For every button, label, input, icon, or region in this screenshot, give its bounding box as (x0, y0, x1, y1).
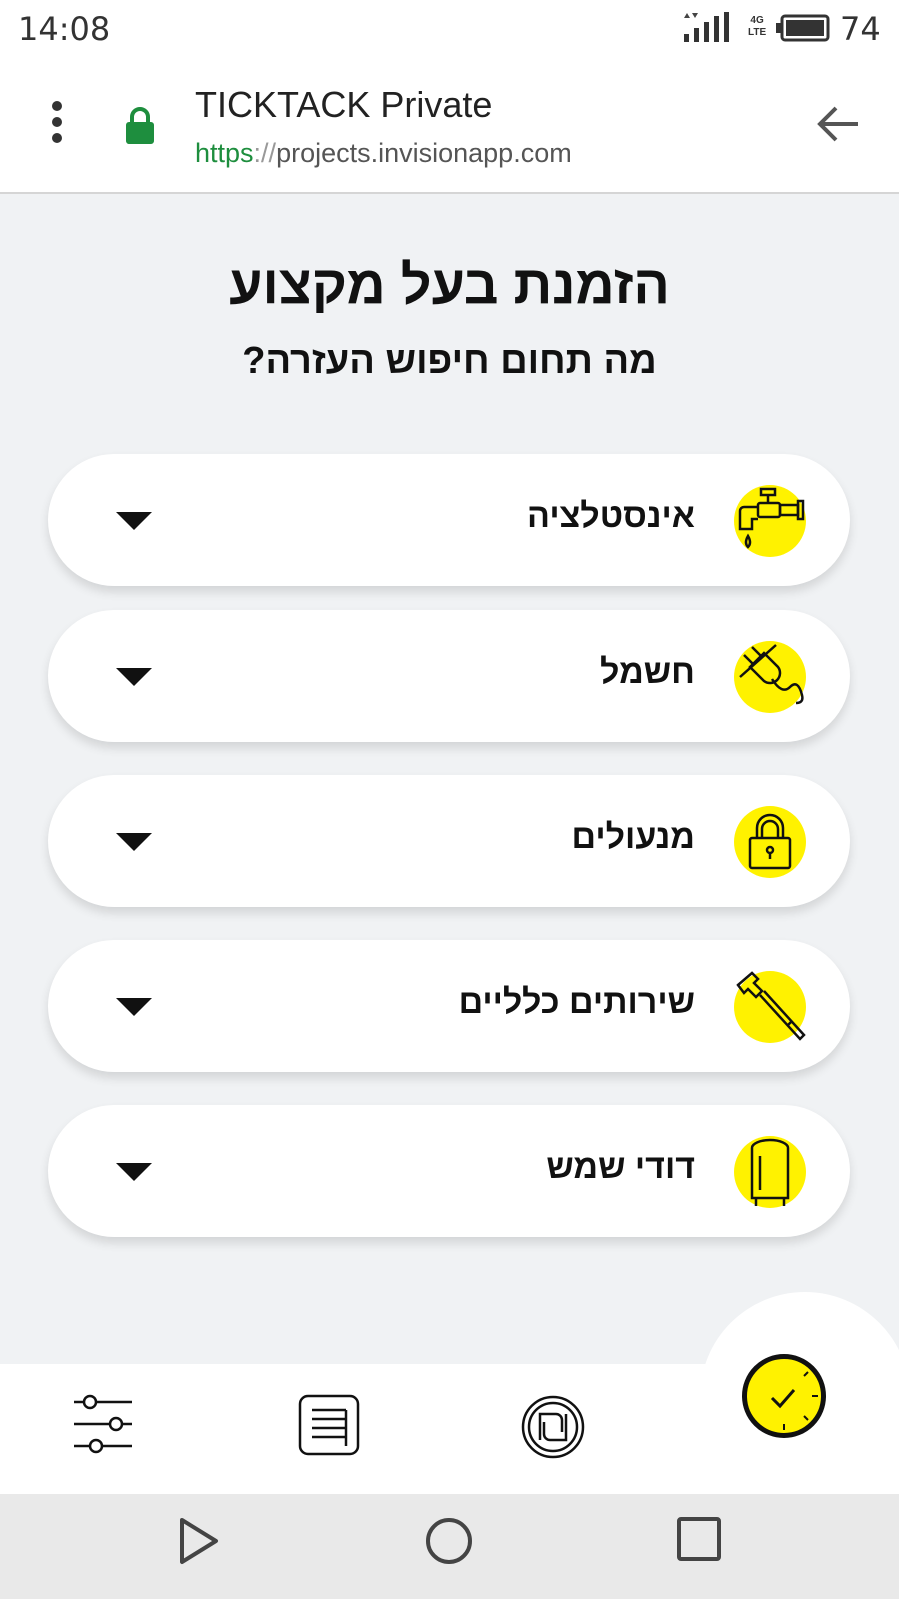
chevron-down-icon[interactable] (116, 833, 152, 851)
list-icon[interactable] (298, 1394, 360, 1456)
category-label: שירותים כלליים (458, 983, 695, 1021)
page-subtitle: מה תחום חיפוש העזרה? (242, 340, 657, 382)
back-triangle-icon[interactable] (176, 1516, 222, 1566)
page-title: הזמנת בעל מקצוע (229, 255, 670, 315)
url-host: projects.invisionapp.com (276, 138, 572, 168)
browser-url[interactable]: https://projects.invisionapp.com (195, 138, 572, 169)
water-heater-icon (734, 1136, 806, 1208)
category-locks[interactable]: מנעולים (48, 775, 850, 907)
lock-icon (126, 107, 154, 144)
clock-button[interactable] (742, 1354, 826, 1438)
category-electricity[interactable]: חשמל (48, 610, 850, 742)
system-nav-bar (0, 1494, 899, 1599)
more-menu-icon[interactable] (44, 100, 70, 150)
back-arrow-icon[interactable] (814, 100, 862, 148)
chevron-down-icon[interactable] (116, 1163, 152, 1181)
home-circle-icon[interactable] (424, 1516, 474, 1566)
status-time: 14:08 (18, 10, 111, 48)
category-general-services[interactable]: שירותים כלליים (48, 940, 850, 1072)
recents-square-icon[interactable] (676, 1516, 722, 1562)
category-label: דודי שמש (546, 1148, 695, 1186)
category-solar-heaters[interactable]: דודי שמש (48, 1105, 850, 1237)
chevron-down-icon[interactable] (116, 998, 152, 1016)
category-label: חשמל (600, 653, 695, 691)
shekel-icon[interactable] (520, 1394, 586, 1460)
category-plumbing[interactable]: אינסטלציה (48, 454, 850, 586)
network-type: 4G LTE (748, 15, 767, 38)
status-bar: 14:08 4G LTE 74 (0, 0, 899, 56)
faucet-icon (734, 485, 806, 557)
chevron-down-icon[interactable] (116, 512, 152, 530)
url-scheme: https (195, 138, 254, 168)
plug-icon (734, 641, 806, 713)
hammer-icon (734, 971, 806, 1043)
signal-icon (684, 12, 729, 42)
category-label: מנעולים (571, 818, 695, 856)
padlock-icon (734, 806, 806, 878)
battery-percent: 74 (840, 10, 881, 48)
browser-toolbar: TICKTACK Private https://projects.invisi… (0, 56, 899, 194)
url-separator: :// (253, 138, 277, 168)
main-content: הזמנת בעל מקצוע מה תחום חיפוש העזרה? אינ… (0, 196, 899, 1268)
chevron-down-icon[interactable] (116, 668, 152, 686)
battery-icon (776, 14, 830, 42)
filters-icon[interactable] (72, 1394, 134, 1454)
browser-page-title: TICKTACK Private (195, 84, 493, 125)
category-label: אינסטלציה (527, 497, 695, 535)
clock-icon (770, 1371, 818, 1430)
